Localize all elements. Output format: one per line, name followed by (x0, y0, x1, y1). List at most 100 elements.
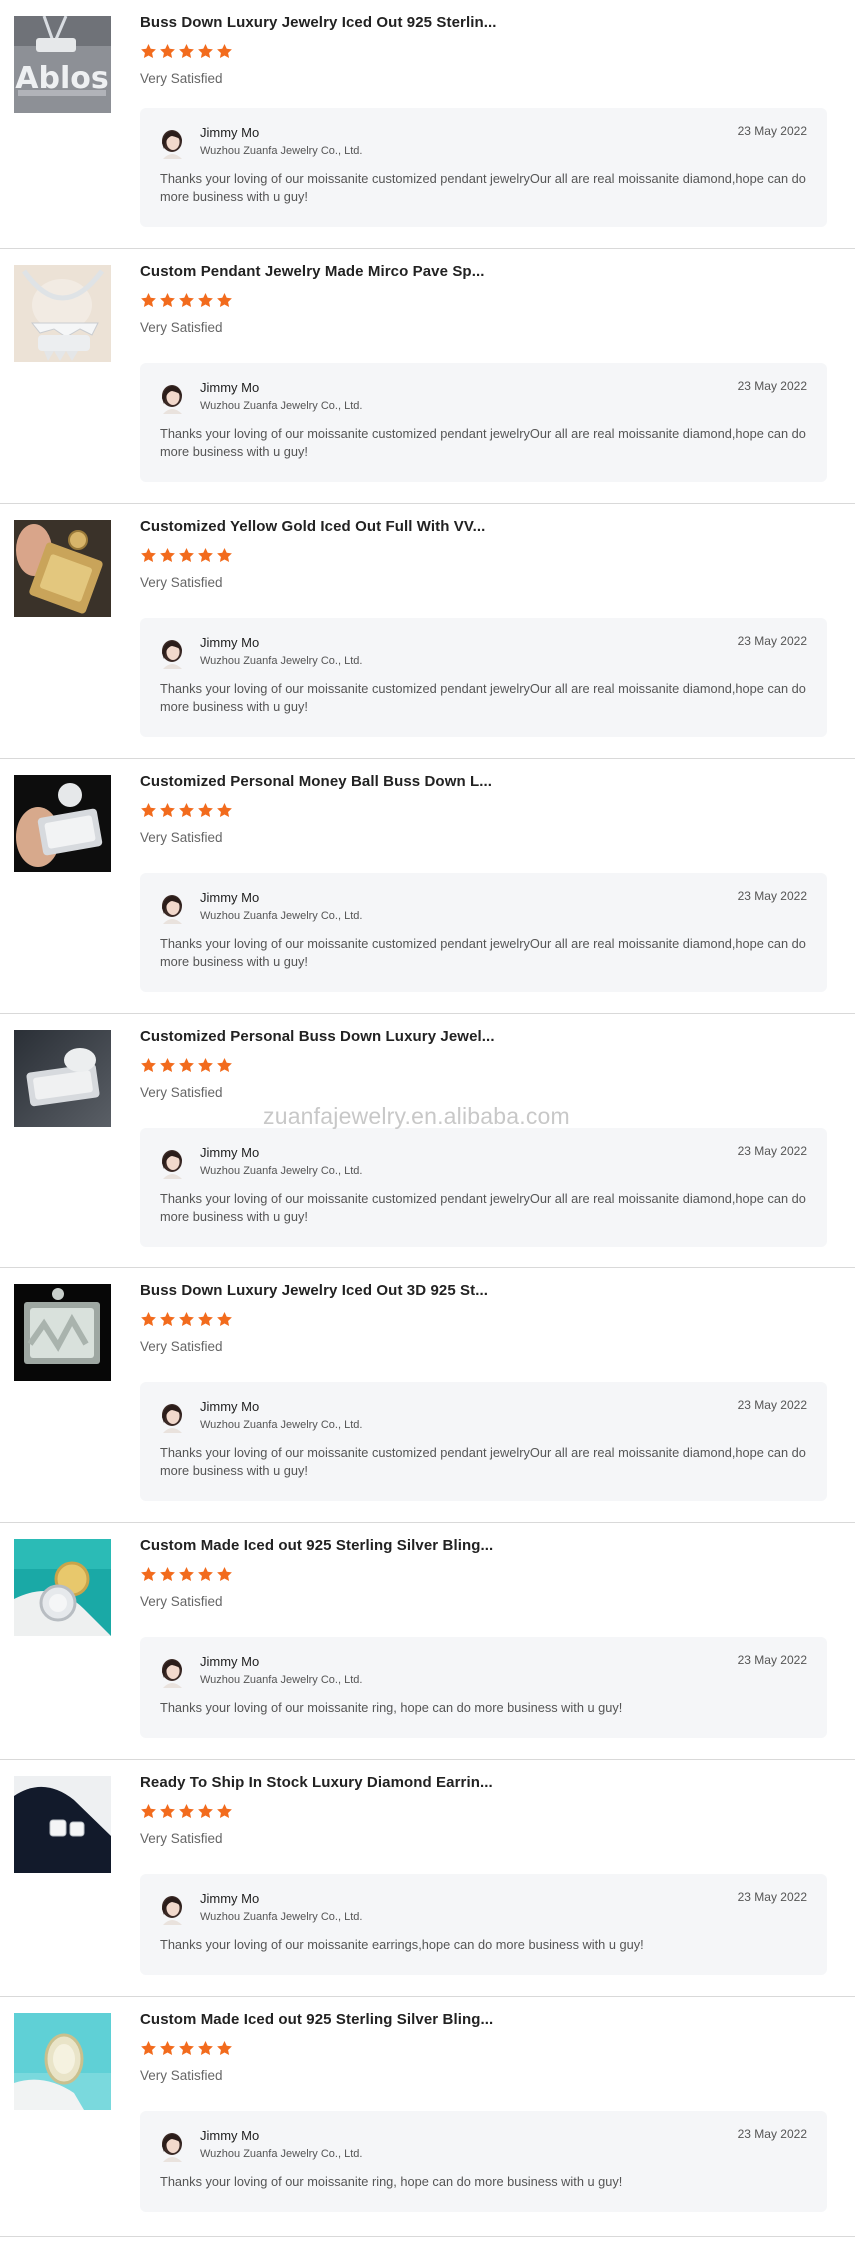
star-icon (198, 1058, 213, 1073)
reply-text: Thanks your loving of our moissanite rin… (160, 1700, 623, 1715)
reply-date: 23 May 2022 (737, 1653, 807, 1667)
star-icon (217, 1312, 232, 1327)
seller-company: Wuzhou Zuanfa Jewelry Co., Ltd. (200, 2148, 363, 2160)
star-icon (198, 803, 213, 818)
star-icon (179, 1058, 194, 1073)
review-item: Customized Yellow Gold Iced Out Full Wit… (0, 504, 855, 759)
star-icon (217, 1058, 232, 1073)
star-icon (160, 293, 175, 308)
seller-name: Jimmy Mo (200, 1399, 260, 1414)
star-icon (141, 44, 156, 59)
seller-company: Wuzhou Zuanfa Jewelry Co., Ltd. (200, 400, 363, 412)
seller-company: Wuzhou Zuanfa Jewelry Co., Ltd. (200, 910, 363, 922)
satisfaction-label: Very Satisfied (140, 575, 223, 590)
yellow-gold-pendant-thumbnail[interactable] (14, 520, 111, 617)
seller-reply-card: Jimmy Mo Wuzhou Zuanfa Jewelry Co., Ltd.… (140, 2111, 827, 2212)
pave-pendant-necklace-thumbnail[interactable] (14, 265, 111, 362)
star-rating (140, 1803, 233, 1820)
watermark: zuanfajewelry.en.alibaba.com (263, 1103, 570, 1129)
star-icon (160, 44, 175, 59)
seller-name: Jimmy Mo (200, 635, 260, 650)
seller-company: Wuzhou Zuanfa Jewelry Co., Ltd. (200, 655, 363, 667)
satisfaction-label: Very Satisfied (140, 1085, 223, 1100)
star-rating (140, 2040, 233, 2057)
star-icon (179, 1804, 194, 1819)
seller-reply-card: Jimmy Mo Wuzhou Zuanfa Jewelry Co., Ltd.… (140, 1637, 827, 1738)
review-item: Custom Made Iced out 925 Sterling Silver… (0, 1523, 855, 1760)
satisfaction-label: Very Satisfied (140, 1594, 223, 1609)
star-icon (198, 293, 213, 308)
seller-name: Jimmy Mo (200, 1654, 260, 1669)
product-title-link[interactable]: Custom Made Iced out 925 Sterling Silver… (140, 2011, 493, 2028)
star-icon (179, 1312, 194, 1327)
reply-text: Thanks your loving of our moissanite cus… (160, 681, 806, 714)
product-title-link[interactable]: Buss Down Luxury Jewelry Iced Out 3D 925… (140, 1282, 488, 1299)
iced-ring-thumbnail[interactable] (14, 2013, 111, 2110)
satisfaction-label: Very Satisfied (140, 830, 223, 845)
seller-company: Wuzhou Zuanfa Jewelry Co., Ltd. (200, 145, 363, 157)
reply-text: Thanks your loving of our moissanite cus… (160, 171, 806, 204)
star-icon (141, 548, 156, 563)
star-icon (179, 1567, 194, 1582)
reply-text: Thanks your loving of our moissanite rin… (160, 2174, 623, 2189)
reply-date: 23 May 2022 (737, 124, 807, 138)
seller-reply-card: Jimmy Mo Wuzhou Zuanfa Jewelry Co., Ltd.… (140, 1874, 827, 1975)
star-icon (217, 803, 232, 818)
product-title-link[interactable]: Buss Down Luxury Jewelry Iced Out 925 St… (140, 14, 497, 31)
seller-name: Jimmy Mo (200, 380, 260, 395)
star-icon (141, 2041, 156, 2056)
seller-reply-card: Jimmy Mo Wuzhou Zuanfa Jewelry Co., Ltd.… (140, 363, 827, 482)
seller-reply-card: Jimmy Mo Wuzhou Zuanfa Jewelry Co., Ltd.… (140, 1382, 827, 1501)
silver-ring-thumbnail[interactable] (14, 1539, 111, 1636)
reply-date: 23 May 2022 (737, 634, 807, 648)
seller-name: Jimmy Mo (200, 125, 260, 140)
star-icon (141, 1804, 156, 1819)
seller-avatar (160, 1403, 184, 1433)
product-title-link[interactable]: Customized Personal Money Ball Buss Down… (140, 773, 492, 790)
product-title-link[interactable]: Ready To Ship In Stock Luxury Diamond Ea… (140, 1774, 493, 1791)
reply-text: Thanks your loving of our moissanite ear… (160, 1937, 644, 1952)
star-icon (160, 1567, 175, 1582)
review-item: Buss Down Luxury Jewelry Iced Out 3D 925… (0, 1268, 855, 1523)
product-title-link[interactable]: Custom Pendant Jewelry Made Mirco Pave S… (140, 263, 485, 280)
star-rating (140, 547, 233, 564)
product-title-link[interactable]: Customized Personal Buss Down Luxury Jew… (140, 1028, 495, 1045)
star-icon (179, 548, 194, 563)
seller-company: Wuzhou Zuanfa Jewelry Co., Ltd. (200, 1911, 363, 1923)
review-item: Custom Pendant Jewelry Made Mirco Pave S… (0, 249, 855, 504)
review-item: Customized Personal Buss Down Luxury Jew… (0, 1014, 855, 1268)
product-title-link[interactable]: Custom Made Iced out 925 Sterling Silver… (140, 1537, 493, 1554)
money-ball-pendant-thumbnail[interactable] (14, 775, 111, 872)
star-icon (198, 1804, 213, 1819)
diamond-earrings-thumbnail[interactable] (14, 1776, 111, 1873)
iced-out-name-pendant-thumbnail[interactable]: Ablos (14, 16, 111, 113)
satisfaction-label: Very Satisfied (140, 71, 223, 86)
buss-down-pendant-thumbnail[interactable] (14, 1030, 111, 1127)
seller-company: Wuzhou Zuanfa Jewelry Co., Ltd. (200, 1165, 363, 1177)
star-icon (179, 803, 194, 818)
star-icon (217, 548, 232, 563)
star-icon (141, 1567, 156, 1582)
review-item: Ablos Buss Down Luxury Jewelry Iced Out … (0, 0, 855, 249)
reply-date: 23 May 2022 (737, 379, 807, 393)
star-icon (217, 2041, 232, 2056)
star-rating (140, 43, 233, 60)
product-title-link[interactable]: Customized Yellow Gold Iced Out Full Wit… (140, 518, 485, 535)
star-icon (141, 1312, 156, 1327)
star-icon (198, 1312, 213, 1327)
reply-text: Thanks your loving of our moissanite cus… (160, 426, 806, 459)
reply-date: 23 May 2022 (737, 1890, 807, 1904)
star-icon (141, 803, 156, 818)
star-icon (160, 803, 175, 818)
reply-text: Thanks your loving of our moissanite cus… (160, 1191, 806, 1224)
satisfaction-label: Very Satisfied (140, 2068, 223, 2083)
star-icon (160, 1312, 175, 1327)
seller-name: Jimmy Mo (200, 1891, 260, 1906)
seller-name: Jimmy Mo (200, 890, 260, 905)
seller-avatar (160, 639, 184, 669)
3d-iced-pendant-thumbnail[interactable] (14, 1284, 111, 1381)
reply-date: 23 May 2022 (737, 1398, 807, 1412)
seller-avatar (160, 1658, 184, 1688)
seller-avatar (160, 384, 184, 414)
seller-avatar (160, 1895, 184, 1925)
